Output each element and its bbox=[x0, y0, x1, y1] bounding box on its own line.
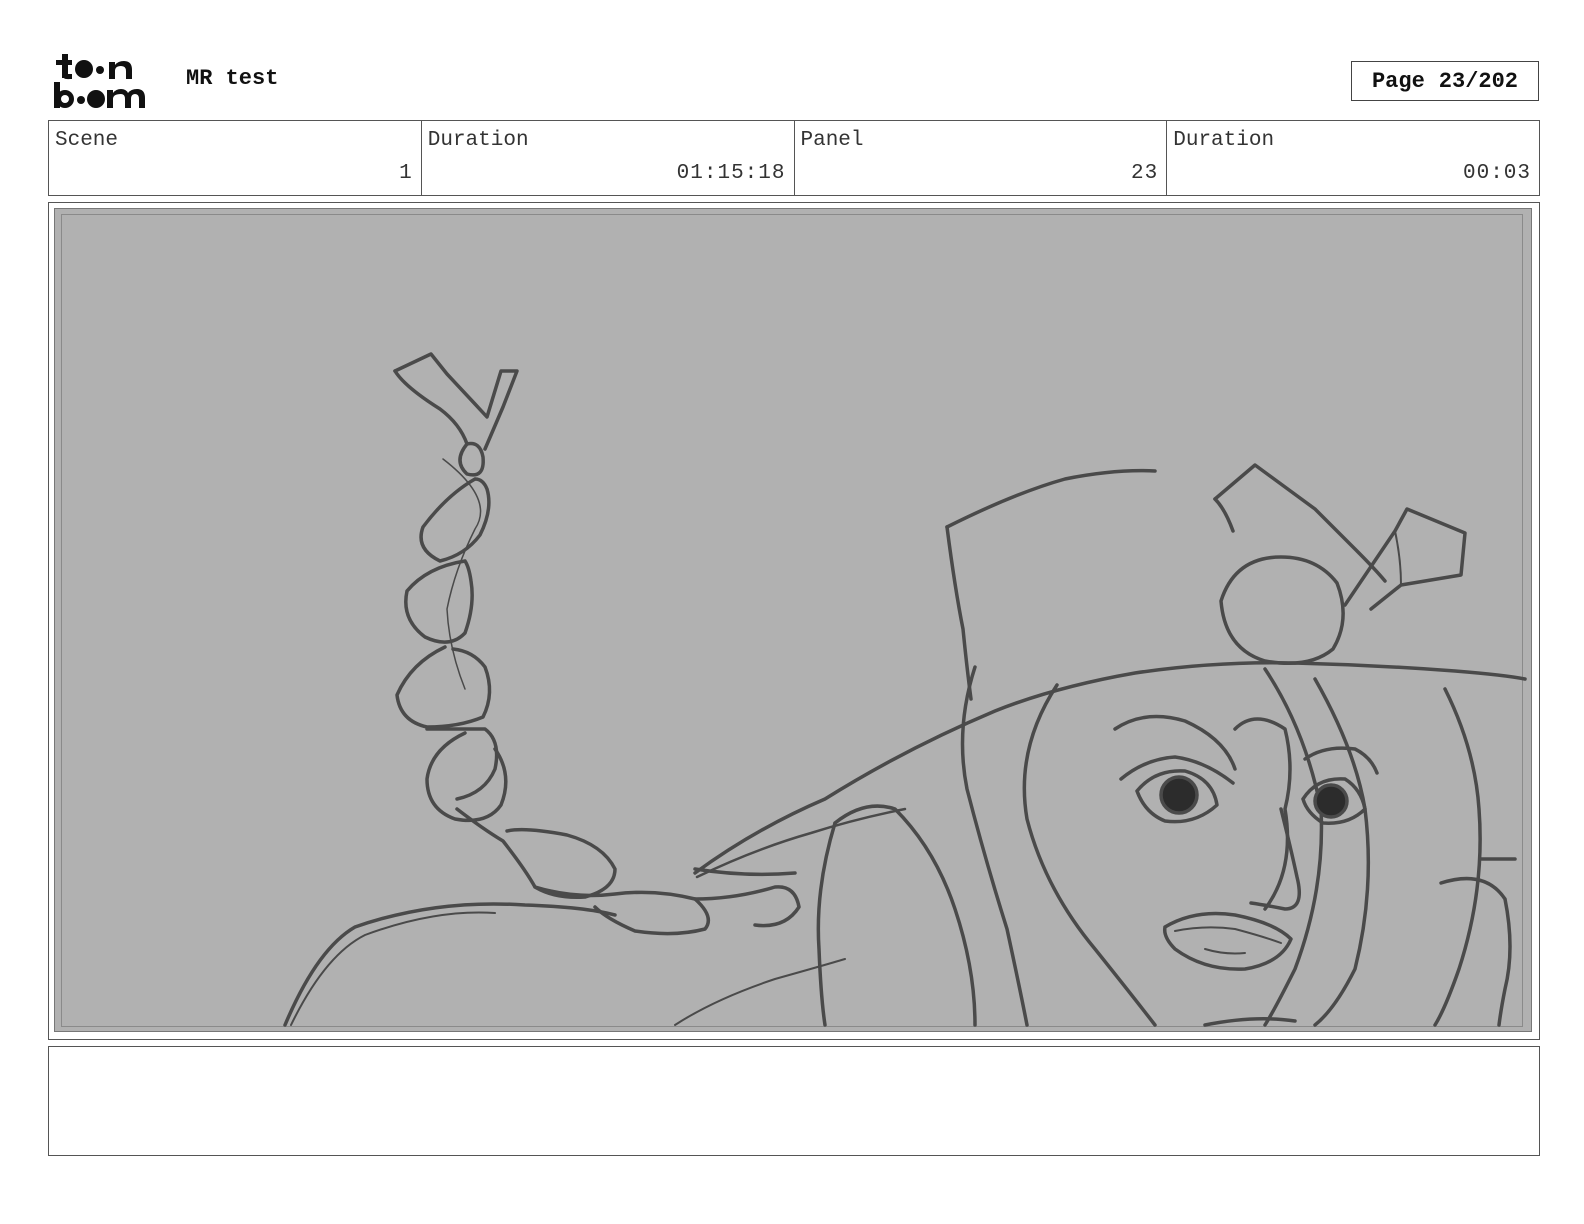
panel-duration-cell: Duration 00:03 bbox=[1167, 121, 1539, 195]
storyboard-panel-image[interactable] bbox=[54, 208, 1532, 1032]
project-title: MR test bbox=[186, 66, 279, 91]
panel-cell: Panel 23 bbox=[795, 121, 1168, 195]
scene-cell: Scene 1 bbox=[49, 121, 422, 195]
sketch-drawing bbox=[283, 352, 1527, 1027]
panel-info-table: Scene 1 Duration 01:15:18 Panel 23 Durat… bbox=[48, 120, 1540, 196]
scene-label: Scene bbox=[55, 129, 119, 152]
storyboard-panel-frame bbox=[48, 202, 1540, 1040]
panel-duration-value: 00:03 bbox=[1462, 162, 1531, 185]
scene-duration-cell: Duration 01:15:18 bbox=[422, 121, 795, 195]
page-indicator: Page 23/202 bbox=[1351, 61, 1539, 101]
page-value: 23/202 bbox=[1438, 68, 1519, 94]
page-label: Page bbox=[1371, 68, 1425, 94]
panel-notes-box[interactable] bbox=[48, 1046, 1540, 1156]
panel-duration-label: Duration bbox=[1173, 129, 1275, 152]
panel-label: Panel bbox=[800, 129, 864, 152]
scene-value: 1 bbox=[399, 162, 413, 185]
toon-boom-logo bbox=[52, 50, 164, 112]
scene-duration-label: Duration bbox=[427, 129, 529, 152]
scene-duration-value: 01:15:18 bbox=[676, 162, 786, 185]
panel-value: 23 bbox=[1131, 162, 1159, 185]
